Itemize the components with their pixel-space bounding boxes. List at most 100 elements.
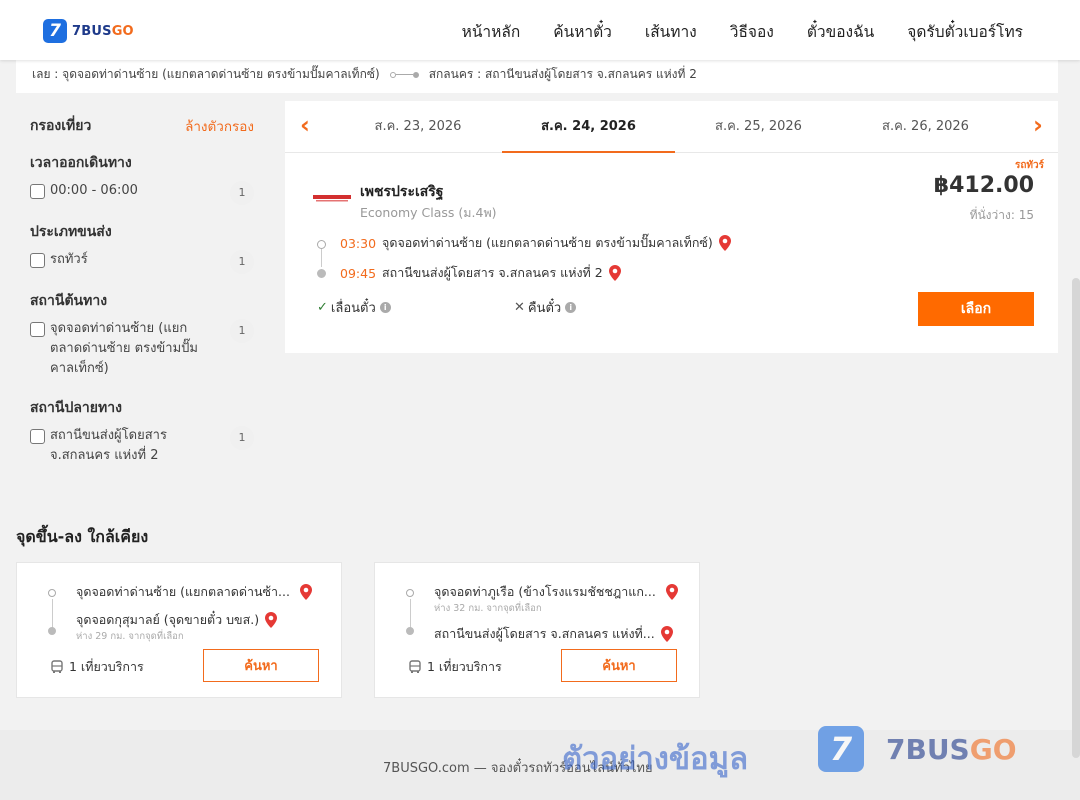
watermark-logo-name: 7BUS	[886, 732, 970, 766]
filter-checkbox[interactable]	[30, 184, 45, 199]
nav-ticket-pickup[interactable]: จุดรับตั๋วเบอร์โทร	[907, 19, 1023, 44]
bus-class: Economy Class (ม.4พ)	[360, 205, 497, 220]
watermark-logo-suffix: GO	[969, 732, 1017, 766]
date-tab[interactable]: ส.ค. 25, 2026	[675, 101, 842, 153]
trip-card: รถทัวร์ เพชรประเสริฐ Economy Class (ม.4พ…	[285, 153, 1058, 353]
filter-option-label: สถานีขนส่งผู้โดยสาร จ.สกลนคร แห่งที่ 2	[50, 428, 167, 463]
nearby-to-name: จุดจอดกุสุมาลย์ (จุดขายตั๋ว บขส.)	[76, 612, 260, 627]
nearby-from-name: จุดจอดท่าภูเรือ (ข้างโรงแรมชัชชฎาแก...	[434, 584, 656, 599]
filter-checkbox[interactable]	[30, 253, 45, 268]
next-date-arrow-icon[interactable]: ›	[1026, 113, 1050, 139]
from-dot-icon	[406, 589, 414, 597]
nearby-trips-label: 1 เที่ยวบริการ	[427, 659, 502, 674]
filter-option-count: 1	[230, 181, 254, 205]
operator-logo-icon	[313, 195, 351, 202]
page-scrollbar[interactable]	[1072, 278, 1080, 758]
filter-checkbox[interactable]	[30, 322, 45, 337]
nav-how-to-book[interactable]: วิธีจอง	[730, 19, 774, 44]
nearby-trips: 1 เที่ยวบริการ	[50, 657, 144, 677]
filter-group-title: สถานีปลายทาง	[30, 400, 122, 416]
date-tab[interactable]: ส.ค. 23, 2026	[333, 101, 503, 153]
route-origin: เลย : จุดจอดท่าด่านซ้าย (แยกตลาดด่านซ้าย…	[32, 67, 380, 81]
info-icon[interactable]: i	[565, 302, 577, 313]
watermark-logo-text: 7BUSGO	[886, 733, 1017, 766]
map-pin-icon[interactable]	[718, 235, 731, 251]
nearby-card: จุดจอดท่าด่านซ้าย (แยกตลาดด่านซ้า... จุด…	[16, 562, 342, 698]
nearby-search-button[interactable]: ค้นหา	[561, 649, 677, 682]
nearby-section-title: จุดขึ้น-ลง ใกล้เคียง	[16, 527, 149, 546]
filter-option-label: จุดจอดท่าด่านซ้าย (แยกตลาดด่านซ้าย ตรงข้…	[50, 321, 199, 376]
logo-suffix: GO	[111, 23, 134, 39]
nearby-to-stop: จุดจอดกุสุมาลย์ (จุดขายตั๋ว บขส.)	[76, 610, 278, 630]
filter-group-title: สถานีต้นทาง	[30, 293, 108, 309]
route-connector-icon	[389, 71, 419, 78]
to-dot-icon	[48, 627, 56, 635]
map-pin-icon[interactable]	[665, 584, 678, 600]
arrive-stop-name: สถานีขนส่งผู้โดยสาร จ.สกลนคร แห่งที่ 2	[382, 265, 603, 280]
available-seats: ที่นั่งว่าง: 15	[969, 208, 1034, 222]
filter-option-count: 1	[230, 319, 254, 343]
map-pin-icon[interactable]	[608, 265, 621, 281]
reschedule-feature: ✓ เลื่อนตั๋ว i	[317, 297, 391, 318]
nearby-from-stop: จุดจอดท่าภูเรือ (ข้างโรงแรมชัชชฎาแก...	[434, 582, 678, 602]
filter-option[interactable]: สถานีขนส่งผู้โดยสาร จ.สกลนคร แห่งที่ 2 1	[30, 426, 254, 466]
filter-group-destination-station: สถานีปลายทาง สถานีขนส่งผู้โดยสาร จ.สกลนค…	[30, 397, 254, 466]
date-tab[interactable]: ส.ค. 26, 2026	[842, 101, 1009, 153]
filter-option-count: 1	[230, 250, 254, 274]
filter-title: กรองเที่ยว	[30, 118, 92, 134]
filter-checkbox[interactable]	[30, 429, 45, 444]
trip-type-badge: รถทัวร์	[1014, 160, 1044, 171]
nearby-from-name: จุดจอดท่าด่านซ้าย (แยกตลาดด่านซ้า...	[76, 584, 290, 599]
nearby-distance: ห่าง 32 กม. จากจุดที่เลือก	[434, 603, 542, 614]
filter-option[interactable]: 00:00 - 06:00 1	[30, 181, 254, 205]
logo-badge: 7	[43, 19, 67, 43]
check-icon: ✓	[317, 300, 328, 315]
site-logo[interactable]: 7 7BUSGO	[43, 19, 134, 43]
nav-routes[interactable]: เส้นทาง	[645, 19, 697, 44]
nearby-to-name: สถานีขนส่งผู้โดยสาร จ.สกลนคร แห่งที่...	[434, 626, 655, 641]
date-tabs: ‹ ส.ค. 23, 2026 ส.ค. 24, 2026 ส.ค. 25, 2…	[285, 101, 1058, 153]
filter-group-transport-type: ประเภทขนส่ง รถทัวร์ 1	[30, 221, 254, 274]
map-pin-icon[interactable]	[265, 612, 278, 628]
nav-search-ticket[interactable]: ค้นหาตั๋ว	[553, 19, 612, 44]
filter-option[interactable]: รถทัวร์ 1	[30, 250, 254, 274]
depart-stop-name: จุดจอดท่าด่านซ้าย (แยกตลาดด่านซ้าย ตรงข้…	[382, 235, 713, 250]
refund-label: คืนตั๋ว	[527, 301, 562, 316]
nearby-trips-label: 1 เที่ยวบริการ	[69, 659, 144, 674]
nav-home[interactable]: หน้าหลัก	[462, 19, 521, 44]
select-trip-button[interactable]: เลือก	[918, 292, 1034, 326]
nearby-card: จุดจอดท่าภูเรือ (ข้างโรงแรมชัชชฎาแก... ห…	[374, 562, 700, 698]
filter-option-label: รถทัวร์	[50, 252, 88, 267]
depart-time: 03:30	[340, 235, 377, 251]
logo-name: 7BUS	[72, 23, 112, 39]
logo-text: 7BUSGO	[72, 24, 134, 39]
prev-date-arrow-icon[interactable]: ‹	[293, 113, 317, 139]
card-timeline-line	[52, 599, 53, 629]
filter-group-title: ประเภทขนส่ง	[30, 224, 112, 240]
operator-name: เพชรประเสริฐ	[360, 184, 444, 200]
nearby-search-button[interactable]: ค้นหา	[203, 649, 319, 682]
from-dot-icon	[48, 589, 56, 597]
nearby-from-stop: จุดจอดท่าด่านซ้าย (แยกตลาดด่านซ้า...	[76, 582, 312, 602]
results-panel: ‹ ส.ค. 23, 2026 ส.ค. 24, 2026 ส.ค. 25, 2…	[285, 101, 1058, 353]
date-tab-active[interactable]: ส.ค. 24, 2026	[502, 101, 675, 153]
bus-icon	[51, 660, 63, 673]
nav-my-tickets[interactable]: ตั๋วของฉัน	[807, 19, 874, 44]
trip-price: ฿412.00	[933, 173, 1034, 198]
filter-header: กรองเที่ยว ล้างตัวกรอง	[30, 112, 254, 140]
map-pin-icon[interactable]	[299, 584, 312, 600]
clear-filter-link[interactable]: ล้างตัวกรอง	[185, 115, 254, 137]
bus-icon	[409, 660, 421, 673]
watermark-logo-badge: 7	[818, 726, 864, 772]
cross-icon: ✕	[514, 300, 525, 315]
top-header: 7 7BUSGO หน้าหลัก ค้นหาตั๋ว เส้นทาง วิธี…	[0, 0, 1080, 60]
refund-feature: ✕ คืนตั๋ว i	[514, 297, 577, 318]
arrive-time: 09:45	[340, 265, 377, 281]
filter-option-label: 00:00 - 06:00	[50, 183, 138, 198]
info-icon[interactable]: i	[379, 302, 391, 313]
reschedule-label: เลื่อนตั๋ว	[330, 301, 376, 316]
map-pin-icon[interactable]	[660, 626, 673, 642]
filter-option[interactable]: จุดจอดท่าด่านซ้าย (แยกตลาดด่านซ้าย ตรงข้…	[30, 319, 254, 379]
watermark-logo: 7 7BUSGO	[818, 726, 1017, 772]
filter-group-title: เวลาออกเดินทาง	[30, 155, 132, 171]
